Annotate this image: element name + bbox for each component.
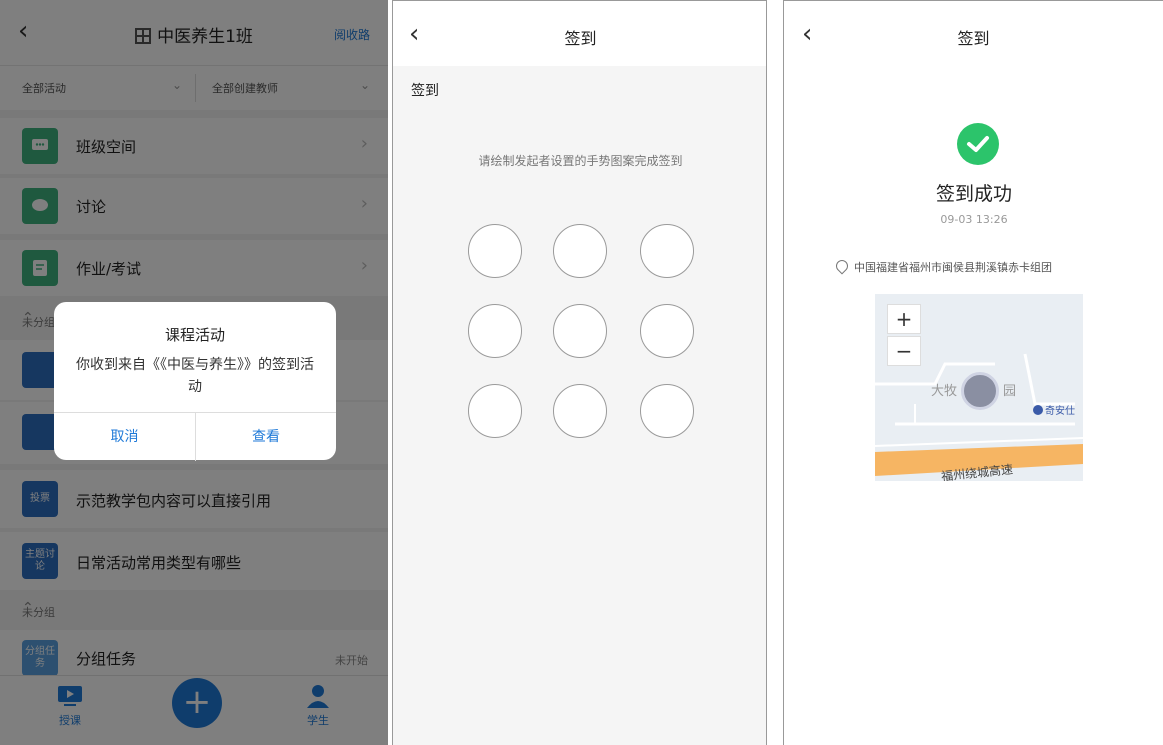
avatar — [961, 372, 999, 410]
dialog-buttons: 取消 查看 — [54, 412, 336, 461]
page-title: 签到 — [564, 29, 597, 48]
location-line: 中国福建省福州市闽侯县荆溪镇赤卡组团 — [833, 257, 1052, 275]
sign-in-success-screen: ‹ 签到 签到成功 09-03 13:26 中国福建省福州市闽侯县荆溪镇赤卡组团… — [783, 0, 1163, 745]
gesture-sign-in-screen: ‹ 签到 签到 请绘制发起者设置的手势图案完成签到 — [392, 0, 767, 745]
gesture-dot[interactable] — [640, 304, 694, 358]
section-title: 签到 — [411, 83, 439, 99]
check-circle-icon — [957, 123, 999, 165]
gesture-dot[interactable] — [468, 384, 522, 438]
gesture-dot[interactable] — [553, 304, 607, 358]
page-title: 签到 — [957, 29, 990, 48]
zoom-in-button[interactable]: + — [887, 304, 921, 334]
gesture-dot[interactable] — [640, 224, 694, 278]
gesture-dot[interactable] — [640, 384, 694, 438]
location-map[interactable]: + − 大牧 园 奇安仕 福州绕城高速 — [875, 294, 1083, 481]
dialog-title: 课程活动 — [164, 326, 225, 344]
success-title: 签到成功 — [935, 183, 1012, 205]
gesture-dot[interactable] — [468, 224, 522, 278]
dialog-message: 你收到来自《《中医与养生》》的签到活动 — [76, 357, 314, 395]
activity-dialog: 课程活动 你收到来自《《中医与养生》》的签到活动 取消 查看 — [54, 302, 336, 461]
gesture-dot[interactable] — [468, 304, 522, 358]
view-button[interactable]: 查看 — [195, 413, 336, 461]
sign-in-time: 09-03 13:26 — [940, 213, 1008, 226]
cancel-button[interactable]: 取消 — [54, 413, 195, 461]
map-label: 园 — [1003, 384, 1017, 399]
map-label: 大牧 — [931, 384, 958, 399]
map-poi: 奇安仕 — [1033, 402, 1075, 417]
gesture-dot[interactable] — [553, 384, 607, 438]
location-pin-icon — [833, 257, 851, 275]
sign-in-header: ‹ 签到 — [393, 0, 766, 66]
class-activity-screen: ‹ 中医养生1班 阅收路 全部活动⌄ 全部创建教师⌄ 班级空间 › 讨论 › 作… — [0, 0, 388, 745]
gesture-dot[interactable] — [553, 224, 607, 278]
gesture-hint: 请绘制发起者设置的手势图案完成签到 — [478, 154, 683, 168]
poi-marker-icon — [1033, 405, 1043, 415]
zoom-out-button[interactable]: − — [887, 336, 921, 366]
